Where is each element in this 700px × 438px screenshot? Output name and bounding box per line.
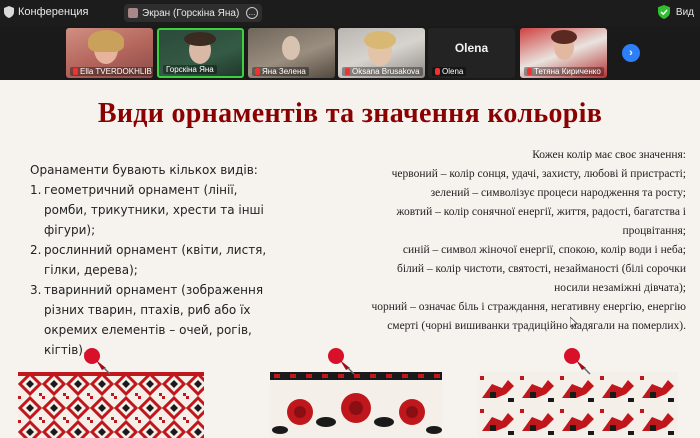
mouse-cursor-icon [570, 317, 578, 329]
participant-name: Oksana Brusakova [342, 67, 423, 76]
more-icon[interactable]: ... [246, 7, 258, 19]
meeting-top-bar: Конференция Экран (Горскіна Яна) ... Вид [0, 0, 700, 26]
ornament-intro: Оранаменти бувають кількох видів: [30, 163, 258, 177]
embroidery-animal-image [478, 372, 678, 438]
mic-muted-icon [527, 68, 532, 75]
mic-muted-icon [73, 68, 78, 75]
color-line: зелений – символізує процеси народження … [430, 187, 686, 199]
color-meanings: Кожен колір має своє значення: червоний … [360, 146, 686, 336]
embroidery-floral-image [270, 372, 442, 438]
app-name: Конференция [18, 6, 89, 18]
participant-name: Тетяна Кириченко [524, 67, 604, 76]
slide-title: Види орнаментів та значення кольорів [97, 98, 603, 129]
participant-tile[interactable]: Яна Зелена [248, 28, 335, 78]
security-icon[interactable] [657, 5, 670, 19]
share-screen-icon [128, 8, 138, 18]
pushpin-icon [84, 348, 111, 375]
list-item: 3. тваринний орнамент (зображення різних … [30, 283, 264, 357]
participant-name: Горскіна Яна [163, 65, 217, 74]
participant-tile[interactable]: Ella TVERDOKHLIB [66, 28, 153, 78]
shared-slide: Види орнаментів та значення кольорів Ора… [0, 80, 700, 438]
participant-display-name: Olena [454, 41, 489, 55]
color-line: жовтий – колір сонячної енергії, життя, … [396, 206, 686, 237]
color-line: червоний – колір сонця, удачі, захисту, … [391, 168, 686, 180]
meeting-title-area: Конференция [4, 6, 88, 18]
share-label: Экран (Горскіна Яна) [142, 7, 240, 19]
participant-tile[interactable]: Olena Olena [428, 28, 515, 78]
top-right-controls: Вид [657, 5, 694, 19]
color-intro: Кожен колір має своє значення: [532, 149, 686, 161]
list-item: 2. рослинний орнамент (квіти, листя, гілк… [30, 243, 267, 277]
view-button[interactable]: Вид [676, 7, 694, 18]
color-line: синій – символ жіночої енергії, спокою, … [402, 244, 686, 256]
ornament-list: 1. геометричний орнамент (лінії, ромби, т… [30, 180, 280, 360]
participant-tile-active[interactable]: Горскіна Яна [157, 28, 244, 78]
chevron-right-icon[interactable]: › [622, 44, 640, 62]
mic-muted-icon [345, 68, 350, 75]
mic-muted-icon [435, 68, 440, 75]
participant-tile[interactable]: Oksana Brusakova [338, 28, 425, 78]
color-line: білий – колір чистоти, святості, незайма… [396, 263, 686, 294]
participant-name: Ella TVERDOKHLIB [70, 67, 153, 76]
pushpin-icon [564, 348, 591, 375]
mic-muted-icon [255, 68, 260, 75]
participant-name: Яна Зелена [252, 67, 309, 76]
color-line: чорний – означає біль і страждання, нега… [371, 301, 686, 332]
ornament-types: Оранаменти бувають кількох видів: 1. геом… [30, 160, 280, 360]
screen-share-indicator[interactable]: Экран (Горскіна Яна) ... [124, 4, 262, 22]
participant-name: Olena [432, 67, 467, 76]
embroidery-geometric-image [18, 372, 204, 438]
shield-icon [4, 6, 14, 18]
list-item: 1. геометричний орнамент (лінії, ромби, т… [30, 183, 264, 237]
participant-tile[interactable]: Тетяна Кириченко [520, 28, 607, 78]
pushpin-icon [328, 348, 355, 375]
participant-strip: Ella TVERDOKHLIB Горскіна Яна Яна Зелена… [0, 26, 700, 80]
